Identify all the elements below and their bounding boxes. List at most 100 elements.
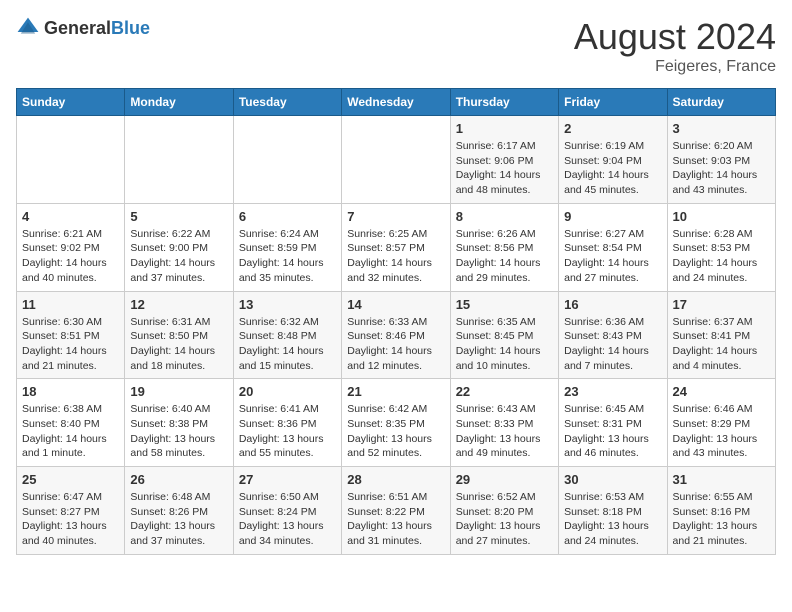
calendar-cell: 12Sunrise: 6:31 AMSunset: 8:50 PMDayligh… <box>125 291 233 379</box>
day-number: 3 <box>673 121 770 136</box>
day-info: Sunrise: 6:36 AMSunset: 8:43 PMDaylight:… <box>564 315 661 374</box>
calendar-cell: 26Sunrise: 6:48 AMSunset: 8:26 PMDayligh… <box>125 467 233 555</box>
day-info: Sunrise: 6:21 AMSunset: 9:02 PMDaylight:… <box>22 227 119 286</box>
day-info: Sunrise: 6:41 AMSunset: 8:36 PMDaylight:… <box>239 402 336 461</box>
calendar-cell: 8 Sunrise: 6:26 AMSunset: 8:56 PMDaylight… <box>450 203 558 291</box>
day-number: 24 <box>673 384 770 399</box>
calendar-week-row: 11 Sunrise: 6:30 AMSunset: 8:51 PMDayligh… <box>17 291 776 379</box>
day-number: 10 <box>673 209 770 224</box>
day-info: Sunrise: 6:45 AMSunset: 8:31 PMDaylight:… <box>564 402 661 461</box>
day-number: 2 <box>564 121 661 136</box>
day-info: Sunrise: 6:24 AMSunset: 8:59 PMDaylight:… <box>239 227 336 286</box>
day-number: 26 <box>130 472 227 487</box>
day-info: Sunrise: 6:52 AMSunset: 8:20 PMDaylight:… <box>456 490 553 549</box>
day-number: 19 <box>130 384 227 399</box>
day-info: Sunrise: 6:32 AMSunset: 8:48 PMDaylight:… <box>239 315 336 374</box>
calendar-cell <box>342 116 450 204</box>
day-number: 5 <box>130 209 227 224</box>
logo-text: GeneralBlue <box>44 18 150 39</box>
calendar-cell: 13 Sunrise: 6:32 AMSunset: 8:48 PMDayligh… <box>233 291 341 379</box>
header-tuesday: Tuesday <box>233 89 341 116</box>
header: GeneralBlue August 2024 Feigeres, France <box>16 16 776 76</box>
day-number: 1 <box>456 121 553 136</box>
calendar-cell: 19Sunrise: 6:40 AMSunset: 8:38 PMDayligh… <box>125 379 233 467</box>
calendar-cell: 23 Sunrise: 6:45 AMSunset: 8:31 PMDayligh… <box>559 379 667 467</box>
day-info: Sunrise: 6:35 AMSunset: 8:45 PMDaylight:… <box>456 315 553 374</box>
day-number: 25 <box>22 472 119 487</box>
calendar-cell: 2 Sunrise: 6:19 AMSunset: 9:04 PMDaylight… <box>559 116 667 204</box>
day-info: Sunrise: 6:50 AMSunset: 8:24 PMDaylight:… <box>239 490 336 549</box>
logo: GeneralBlue <box>16 16 150 40</box>
calendar-cell: 6Sunrise: 6:24 AMSunset: 8:59 PMDaylight… <box>233 203 341 291</box>
day-number: 4 <box>22 209 119 224</box>
day-number: 31 <box>673 472 770 487</box>
day-number: 12 <box>130 297 227 312</box>
day-info: Sunrise: 6:25 AMSunset: 8:57 PMDaylight:… <box>347 227 444 286</box>
calendar-cell: 29 Sunrise: 6:52 AMSunset: 8:20 PMDayligh… <box>450 467 558 555</box>
day-number: 16 <box>564 297 661 312</box>
calendar-cell: 21 Sunrise: 6:42 AMSunset: 8:35 PMDayligh… <box>342 379 450 467</box>
calendar-cell: 16 Sunrise: 6:36 AMSunset: 8:43 PMDayligh… <box>559 291 667 379</box>
day-number: 7 <box>347 209 444 224</box>
day-number: 29 <box>456 472 553 487</box>
calendar-week-row: 1 Sunrise: 6:17 AMSunset: 9:06 PMDaylight… <box>17 116 776 204</box>
location-subtitle: Feigeres, France <box>574 58 776 76</box>
header-thursday: Thursday <box>450 89 558 116</box>
calendar-cell: 25Sunrise: 6:47 AMSunset: 8:27 PMDayligh… <box>17 467 125 555</box>
calendar-cell <box>17 116 125 204</box>
day-number: 27 <box>239 472 336 487</box>
calendar-cell: 1 Sunrise: 6:17 AMSunset: 9:06 PMDaylight… <box>450 116 558 204</box>
day-number: 30 <box>564 472 661 487</box>
header-friday: Friday <box>559 89 667 116</box>
calendar-cell: 18 Sunrise: 6:38 AMSunset: 8:40 PMDayligh… <box>17 379 125 467</box>
calendar-cell: 31 Sunrise: 6:55 AMSunset: 8:16 PMDayligh… <box>667 467 775 555</box>
calendar-cell: 3Sunrise: 6:20 AMSunset: 9:03 PMDaylight… <box>667 116 775 204</box>
calendar-cell: 24 Sunrise: 6:46 AMSunset: 8:29 PMDayligh… <box>667 379 775 467</box>
day-number: 8 <box>456 209 553 224</box>
day-info: Sunrise: 6:26 AMSunset: 8:56 PMDaylight:… <box>456 227 553 286</box>
header-wednesday: Wednesday <box>342 89 450 116</box>
logo-general: General <box>44 18 111 38</box>
day-number: 17 <box>673 297 770 312</box>
calendar-cell: 11 Sunrise: 6:30 AMSunset: 8:51 PMDayligh… <box>17 291 125 379</box>
day-info: Sunrise: 6:55 AMSunset: 8:16 PMDaylight:… <box>673 490 770 549</box>
day-number: 21 <box>347 384 444 399</box>
calendar-cell: 22Sunrise: 6:43 AMSunset: 8:33 PMDayligh… <box>450 379 558 467</box>
calendar-week-row: 18 Sunrise: 6:38 AMSunset: 8:40 PMDayligh… <box>17 379 776 467</box>
day-number: 15 <box>456 297 553 312</box>
day-info: Sunrise: 6:42 AMSunset: 8:35 PMDaylight:… <box>347 402 444 461</box>
calendar-cell <box>233 116 341 204</box>
day-info: Sunrise: 6:28 AMSunset: 8:53 PMDaylight:… <box>673 227 770 286</box>
day-info: Sunrise: 6:27 AMSunset: 8:54 PMDaylight:… <box>564 227 661 286</box>
day-number: 11 <box>22 297 119 312</box>
day-number: 14 <box>347 297 444 312</box>
calendar-week-row: 4 Sunrise: 6:21 AMSunset: 9:02 PMDaylight… <box>17 203 776 291</box>
logo-blue: Blue <box>111 18 150 38</box>
logo-icon <box>16 16 40 40</box>
day-info: Sunrise: 6:17 AMSunset: 9:06 PMDaylight:… <box>456 139 553 198</box>
day-number: 20 <box>239 384 336 399</box>
calendar-cell: 5 Sunrise: 6:22 AMSunset: 9:00 PMDaylight… <box>125 203 233 291</box>
calendar-cell: 30Sunrise: 6:53 AMSunset: 8:18 PMDayligh… <box>559 467 667 555</box>
calendar-cell: 4 Sunrise: 6:21 AMSunset: 9:02 PMDaylight… <box>17 203 125 291</box>
day-number: 23 <box>564 384 661 399</box>
day-info: Sunrise: 6:19 AMSunset: 9:04 PMDaylight:… <box>564 139 661 198</box>
day-info: Sunrise: 6:30 AMSunset: 8:51 PMDaylight:… <box>22 315 119 374</box>
calendar-cell: 10 Sunrise: 6:28 AMSunset: 8:53 PMDayligh… <box>667 203 775 291</box>
day-number: 28 <box>347 472 444 487</box>
day-info: Sunrise: 6:51 AMSunset: 8:22 PMDaylight:… <box>347 490 444 549</box>
day-number: 13 <box>239 297 336 312</box>
day-info: Sunrise: 6:38 AMSunset: 8:40 PMDaylight:… <box>22 402 119 461</box>
day-info: Sunrise: 6:46 AMSunset: 8:29 PMDaylight:… <box>673 402 770 461</box>
calendar-cell: 14 Sunrise: 6:33 AMSunset: 8:46 PMDayligh… <box>342 291 450 379</box>
title-section: August 2024 Feigeres, France <box>574 16 776 76</box>
day-info: Sunrise: 6:33 AMSunset: 8:46 PMDaylight:… <box>347 315 444 374</box>
header-monday: Monday <box>125 89 233 116</box>
calendar-week-row: 25Sunrise: 6:47 AMSunset: 8:27 PMDayligh… <box>17 467 776 555</box>
day-info: Sunrise: 6:22 AMSunset: 9:00 PMDaylight:… <box>130 227 227 286</box>
calendar-cell: 9 Sunrise: 6:27 AMSunset: 8:54 PMDaylight… <box>559 203 667 291</box>
day-number: 18 <box>22 384 119 399</box>
day-number: 9 <box>564 209 661 224</box>
calendar-cell: 7 Sunrise: 6:25 AMSunset: 8:57 PMDaylight… <box>342 203 450 291</box>
calendar-cell: 17Sunrise: 6:37 AMSunset: 8:41 PMDayligh… <box>667 291 775 379</box>
